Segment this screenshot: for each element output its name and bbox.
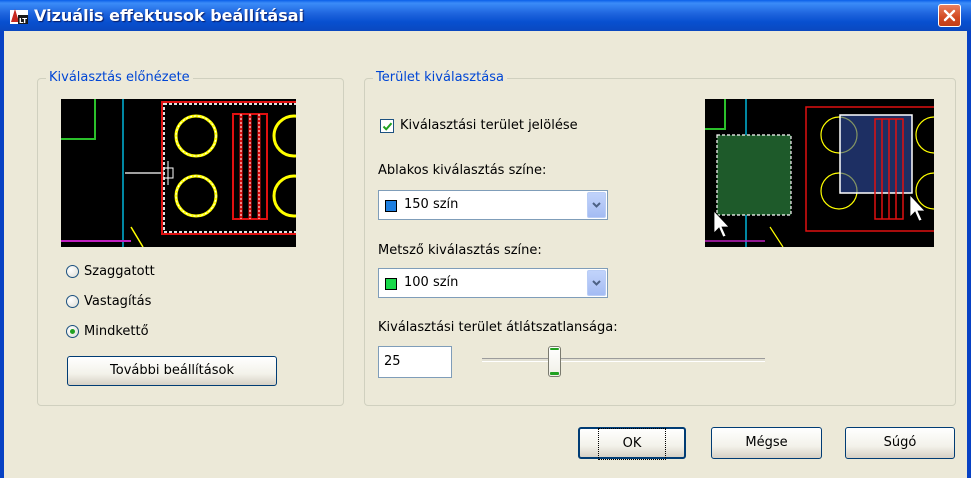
selection-preview-legend: Kiválasztás előnézete bbox=[46, 70, 193, 86]
close-button[interactable] bbox=[938, 4, 961, 27]
crossing-color-swatch bbox=[385, 278, 397, 290]
radio-dashed-label: Szaggatott bbox=[84, 264, 155, 279]
crossing-color-select[interactable]: 100 szín bbox=[378, 268, 608, 298]
radio-dashed[interactable]: Szaggatott bbox=[66, 264, 155, 279]
selection-preview-image bbox=[61, 99, 296, 247]
ok-label: OK bbox=[597, 428, 667, 460]
crossing-color-label: Metsző kiválasztás színe: bbox=[378, 243, 542, 258]
opacity-input-value: 25 bbox=[384, 354, 401, 369]
window-color-dropdown-button[interactable] bbox=[587, 192, 606, 218]
more-options-button[interactable]: További beállítások bbox=[67, 356, 277, 386]
help-label: Súgó bbox=[883, 435, 917, 450]
opacity-slider-thumb[interactable] bbox=[548, 346, 561, 377]
radio-thicken-button[interactable] bbox=[66, 295, 79, 308]
title-bar[interactable]: LT Vizuális effektusok beállításai bbox=[0, 0, 971, 31]
window-border-right bbox=[967, 31, 971, 478]
svg-text:LT: LT bbox=[19, 17, 27, 24]
window-border-left bbox=[0, 31, 4, 478]
chevron-down-icon bbox=[592, 202, 601, 208]
window-color-select[interactable]: 150 szín bbox=[378, 190, 608, 220]
window-color-swatch bbox=[385, 200, 397, 212]
crossing-color-value: 100 szín bbox=[404, 275, 459, 290]
opacity-input[interactable]: 25 bbox=[378, 346, 452, 378]
crossing-color-dropdown-button[interactable] bbox=[587, 270, 606, 296]
radio-both[interactable]: Mindkettő bbox=[66, 324, 149, 339]
area-selection-checkbox[interactable] bbox=[380, 119, 394, 133]
more-options-label: További beállítások bbox=[110, 363, 234, 378]
checkmark-icon bbox=[382, 122, 393, 131]
ok-button[interactable]: OK bbox=[578, 427, 686, 460]
window-color-value: 150 szín bbox=[404, 197, 459, 212]
radio-thicken[interactable]: Vastagítás bbox=[66, 294, 151, 309]
radio-thicken-label: Vastagítás bbox=[84, 294, 152, 309]
cancel-button[interactable]: Mégse bbox=[711, 427, 822, 459]
area-selection-legend: Terület kiválasztása bbox=[373, 70, 507, 86]
opacity-label: Kiválasztási terület átlátszatlansága: bbox=[378, 320, 618, 335]
chevron-down-icon bbox=[592, 280, 601, 286]
opacity-slider-track[interactable] bbox=[482, 358, 765, 362]
radio-both-button[interactable] bbox=[66, 325, 79, 338]
dialog-window: LT Vizuális effektusok beállításai Kivál… bbox=[0, 0, 971, 478]
cancel-label: Mégse bbox=[745, 435, 788, 450]
help-button[interactable]: Súgó bbox=[845, 427, 955, 459]
close-icon bbox=[943, 9, 956, 22]
area-selection-preview-image bbox=[705, 99, 934, 247]
radio-both-label: Mindkettő bbox=[84, 324, 149, 339]
area-selection-checkbox-label: Kiválasztási terület jelölése bbox=[400, 118, 578, 133]
dialog-title: Vizuális effektusok beállításai bbox=[34, 6, 305, 25]
autocad-lt-icon: LT bbox=[10, 9, 28, 24]
window-color-label: Ablakos kiválasztás színe: bbox=[378, 163, 547, 178]
radio-dashed-button[interactable] bbox=[66, 265, 79, 278]
